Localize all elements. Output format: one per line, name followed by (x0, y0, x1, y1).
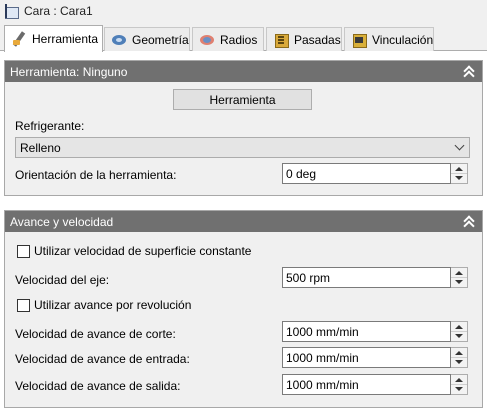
lead-in-feed-input[interactable] (282, 347, 451, 368)
coolant-label: Refrigerante: (15, 119, 85, 133)
constant-surface-speed-label: Utilizar velocidad de superficie constan… (34, 244, 252, 258)
face-icon (3, 3, 19, 19)
tool-panel-header[interactable]: Herramienta: Ninguno (5, 61, 482, 82)
tab-label: Radios (220, 32, 258, 47)
linking-icon (351, 32, 367, 48)
spindle-speed-label: Velocidad del eje: (15, 273, 110, 287)
window-title: Cara : Cara1 (24, 4, 93, 18)
geometry-icon (111, 32, 127, 48)
cutting-feed-input[interactable] (282, 321, 451, 342)
coolant-select[interactable]: Relleno (15, 137, 470, 158)
cutting-feed-label: Velocidad de avance de corte: (15, 327, 176, 341)
passes-icon (273, 32, 289, 48)
decrement-icon[interactable] (451, 278, 467, 288)
tool-panel-title: Herramienta: Ninguno (10, 64, 128, 79)
tab-pasadas[interactable]: Pasadas (266, 27, 342, 51)
collapse-icon[interactable] (462, 64, 476, 78)
collapse-icon[interactable] (462, 214, 476, 228)
decrement-icon[interactable] (451, 332, 467, 342)
feed-per-revolution-checkbox[interactable]: Utilizar avance por revolución (17, 298, 191, 312)
tab-label: Vinculación (372, 32, 434, 47)
stepper-arrows (451, 374, 468, 395)
feed-panel-header[interactable]: Avance y velocidad (5, 211, 482, 232)
lead-in-feed-stepper[interactable] (282, 347, 468, 368)
tool-panel: Herramienta: Ninguno Herramienta Refrige… (4, 60, 483, 196)
radii-icon (199, 32, 215, 48)
title-bar: Cara : Cara1 (0, 0, 487, 22)
spindle-speed-stepper[interactable] (282, 267, 468, 288)
increment-icon[interactable] (451, 348, 467, 358)
tool-icon (11, 31, 27, 47)
tab-vinculacion[interactable]: Vinculación (344, 27, 434, 51)
tab-herramienta[interactable]: Herramienta (4, 25, 103, 52)
stepper-arrows (451, 163, 468, 184)
tab-label: Geometría (132, 32, 189, 47)
lead-out-feed-input[interactable] (282, 374, 451, 395)
checkbox-box[interactable] (17, 298, 30, 312)
lead-in-feed-label: Velocidad de avance de entrada: (15, 352, 190, 366)
lead-out-feed-label: Velocidad de avance de salida: (15, 379, 181, 393)
chevron-down-icon (454, 140, 465, 151)
orientation-label: Orientación de la herramienta: (15, 168, 177, 182)
stepper-arrows (451, 321, 468, 342)
cutting-feed-stepper[interactable] (282, 321, 468, 342)
tab-geometria[interactable]: Geometría (104, 27, 190, 51)
increment-icon[interactable] (451, 268, 467, 278)
tab-radios[interactable]: Radios (192, 27, 264, 51)
decrement-icon[interactable] (451, 358, 467, 368)
feed-panel-title: Avance y velocidad (10, 214, 114, 229)
increment-icon[interactable] (451, 164, 467, 174)
lead-out-feed-stepper[interactable] (282, 374, 468, 395)
select-tool-button[interactable]: Herramienta (173, 89, 312, 110)
constant-surface-speed-checkbox[interactable]: Utilizar velocidad de superficie constan… (17, 244, 251, 258)
feed-speed-panel: Avance y velocidad Utilizar velocidad de… (4, 210, 483, 408)
orientation-input[interactable] (282, 163, 451, 184)
checkbox-box[interactable] (17, 244, 30, 258)
orientation-stepper[interactable] (282, 163, 468, 184)
feed-per-revolution-label: Utilizar avance por revolución (34, 298, 192, 312)
decrement-icon[interactable] (451, 174, 467, 184)
tab-content: Herramienta: Ninguno Herramienta Refrige… (0, 51, 487, 415)
tab-label: Pasadas (294, 32, 341, 47)
increment-icon[interactable] (451, 375, 467, 385)
tab-label: Herramienta (32, 32, 99, 46)
stepper-arrows (451, 347, 468, 368)
increment-icon[interactable] (451, 322, 467, 332)
stepper-arrows (451, 267, 468, 288)
decrement-icon[interactable] (451, 385, 467, 395)
coolant-value: Relleno (20, 140, 61, 155)
tab-strip: Herramienta Geometría Radios Pasadas Vin… (0, 25, 487, 52)
spindle-speed-input[interactable] (282, 267, 451, 288)
